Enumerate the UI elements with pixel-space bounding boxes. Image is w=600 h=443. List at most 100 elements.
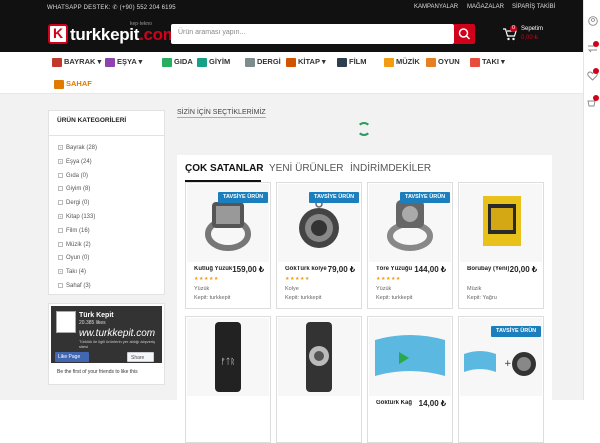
product-card[interactable]: TAVSİYE ÜRÜN GökTürk kolye 79,00 ₺ ★★★★★ Kol… (276, 182, 362, 309)
collapse-box-icon[interactable] (58, 283, 63, 288)
sidebar-title: ÜRÜN KATEGORİLERİ (57, 117, 127, 124)
facebook-friends-text: Be the first of your friends to like thi… (57, 369, 138, 375)
expand-plus-icon[interactable]: + (58, 158, 63, 164)
game-icon (426, 57, 436, 67)
nav-item-6[interactable]: FİLM (337, 56, 367, 68)
facebook-cover[interactable]: Türk Kepit 20.385 likes ww.turkkepit.com… (51, 306, 162, 363)
recommended-badge: TAVSİYE ÜRÜN (491, 326, 542, 337)
product-card[interactable]: ᚠᛏᚱ (185, 316, 271, 443)
nav-item-1[interactable]: EŞYA ▾ (105, 56, 142, 68)
nav-item-3[interactable]: GİYİM (197, 56, 230, 68)
facebook-page-name[interactable]: Türk Kepit (79, 312, 114, 319)
product-card[interactable]: Göktürk Kağ 14,00 ₺ (367, 316, 453, 443)
nav-item-10[interactable]: SAHAF (54, 78, 92, 90)
product-seller[interactable]: Kepit: turkkepit (285, 295, 321, 301)
sidebar-category-item[interactable]: Müzik (2) (58, 241, 91, 248)
product-category: Yüzük (376, 286, 392, 292)
product-card[interactable]: TAVSİYE ÜRÜN Töre Yüzüğü 144,00 ₺ ★★★★★ Yüzü… (367, 182, 453, 309)
product-image[interactable] (460, 184, 542, 262)
compare-count-dot (593, 41, 599, 47)
nav-item-0[interactable]: BAYRAK ▾ (52, 56, 101, 68)
nav-item-2[interactable]: GIDA (162, 56, 193, 68)
facebook-share-button[interactable]: Share (127, 352, 154, 362)
product-card[interactable] (276, 316, 362, 443)
order-tracking-link[interactable]: SİPARİŞ TAKİBİ (512, 4, 555, 10)
facebook-cover-tagline: Türklük ile ilgili ürünlerin yer aldığı … (79, 339, 156, 349)
right-utility-strip (583, 0, 600, 400)
collapse-box-icon[interactable] (58, 255, 63, 261)
sidebar-category-item[interactable]: + Bayrak (28) (58, 145, 97, 151)
nav-item-label: FİLM (349, 57, 367, 66)
flag-icon (52, 57, 62, 67)
product-image[interactable] (369, 318, 451, 396)
product-card[interactable]: Borubay (Yeni) 20,00 ₺ Müzik Kepit: Yağru (458, 182, 544, 309)
user-icon[interactable] (588, 16, 598, 26)
cart-label: Sepetim (521, 26, 544, 32)
top-bar: WHATSAPP DESTEK: ✆ (+90) 552 204 6195 KA… (0, 0, 583, 15)
collapse-box-icon[interactable] (58, 227, 63, 233)
facebook-likes-count: 20.385 likes (79, 320, 106, 326)
site-logo[interactable]: K turkkepit.com kep·tekno (48, 21, 178, 46)
food-icon (162, 57, 172, 67)
product-seller[interactable]: Kepit: Yağru (467, 295, 497, 301)
product-image[interactable]: ᚠᛏᚱ (187, 318, 269, 396)
side-cart-count-dot (593, 95, 599, 101)
sidebar-category-item[interactable]: + Kitap (133) (58, 214, 95, 220)
cart-amount: 0,00 ₺ (521, 35, 539, 41)
nav-item-7[interactable]: MÜZİK (384, 56, 420, 68)
sidebar-category-item[interactable]: Sahaf (3) (58, 283, 91, 289)
tab-best-sellers[interactable]: ÇOK SATANLAR (185, 163, 264, 174)
collapse-box-icon[interactable] (58, 186, 63, 192)
picked-for-you-title: SİZİN İÇİN SEÇTİKLERİMİZ (177, 109, 266, 118)
nav-item-4[interactable]: DERGİ (245, 56, 281, 68)
cart-button[interactable]: 0 Sepetim 0,00 ₺ (500, 24, 560, 44)
product-seller[interactable]: Kepit: turkkepit (194, 295, 230, 301)
sidebar-category-item[interactable]: + Takı (4) (58, 269, 86, 275)
stores-link[interactable]: MAĞAZALAR (467, 4, 504, 10)
sidebar-category-label: Gıda (0) (66, 172, 89, 179)
product-price: 159,00 ₺ (232, 265, 264, 274)
collapse-box-icon[interactable] (58, 241, 63, 247)
recommended-badge: TAVSİYE ÜRÜN (400, 192, 451, 203)
whatsapp-support[interactable]: WHATSAPP DESTEK: ✆ (+90) 552 204 6195 (47, 4, 176, 11)
logo-text: turkkepit.com (70, 25, 178, 44)
sidebar-category-item[interactable]: Dergi (0) (58, 200, 89, 206)
facebook-like-button[interactable]: Like Page (55, 352, 89, 362)
sidebar-category-item[interactable]: + Eşya (24) (58, 158, 92, 165)
tab-discounted[interactable]: İNDİRİMDEKİLER (350, 163, 431, 174)
expand-plus-icon[interactable]: + (58, 145, 63, 150)
recommended-badge: TAVSİYE ÜRÜN (309, 192, 360, 203)
product-seller[interactable]: Kepit: turkkepit (376, 295, 412, 301)
svg-text:+: + (504, 359, 512, 369)
search-button[interactable] (454, 24, 475, 44)
logo-tagline: kep·tekno (130, 21, 152, 27)
sidebar-category-item[interactable]: Oyun (0) (58, 255, 89, 261)
sidebar-category-item[interactable]: Giyim (8) (58, 186, 90, 192)
nav-item-9[interactable]: TAKI ▾ (470, 56, 505, 68)
nav-item-5[interactable]: KİTAP ▾ (286, 56, 326, 68)
sidebar-category-label: Film (16) (66, 227, 90, 234)
cart-count-badge: 0 (510, 25, 517, 32)
expand-plus-icon[interactable]: + (58, 214, 63, 219)
music-icon (384, 57, 394, 67)
expand-plus-icon[interactable]: + (58, 269, 63, 275)
nav-item-label: OYUN (438, 57, 460, 66)
nav-item-label: GIDA (174, 57, 193, 66)
sidebar-category-label: Sahaf (3) (66, 283, 91, 290)
sidebar-category-item[interactable]: Gıda (0) (58, 172, 89, 179)
product-card[interactable]: + TAVSİYE ÜRÜN (458, 316, 544, 443)
sidebar-category-item[interactable]: Film (16) (58, 227, 90, 234)
product-card[interactable]: TAVSİYE ÜRÜN Kutluğ Yüzük 159,00 ₺ ★★★★★ Yüz… (185, 182, 271, 309)
sidebar-category-label: Oyun (0) (66, 255, 90, 262)
facebook-cover-url: ww.turkkepit.com (79, 328, 156, 339)
nav-item-8[interactable]: OYUN (426, 56, 460, 68)
collapse-box-icon[interactable] (58, 172, 63, 178)
product-image[interactable] (278, 318, 360, 396)
search-input[interactable]: Ürün araması yapın... (171, 24, 454, 44)
loading-spinner-icon (357, 122, 371, 136)
tab-new-products[interactable]: YENİ ÜRÜNLER (269, 163, 343, 174)
product-category: Kolye (285, 286, 299, 292)
campaigns-link[interactable]: KAMPANYALAR (414, 4, 458, 10)
sidebar-category-label: Müzik (2) (66, 241, 91, 248)
collapse-box-icon[interactable] (58, 200, 63, 206)
